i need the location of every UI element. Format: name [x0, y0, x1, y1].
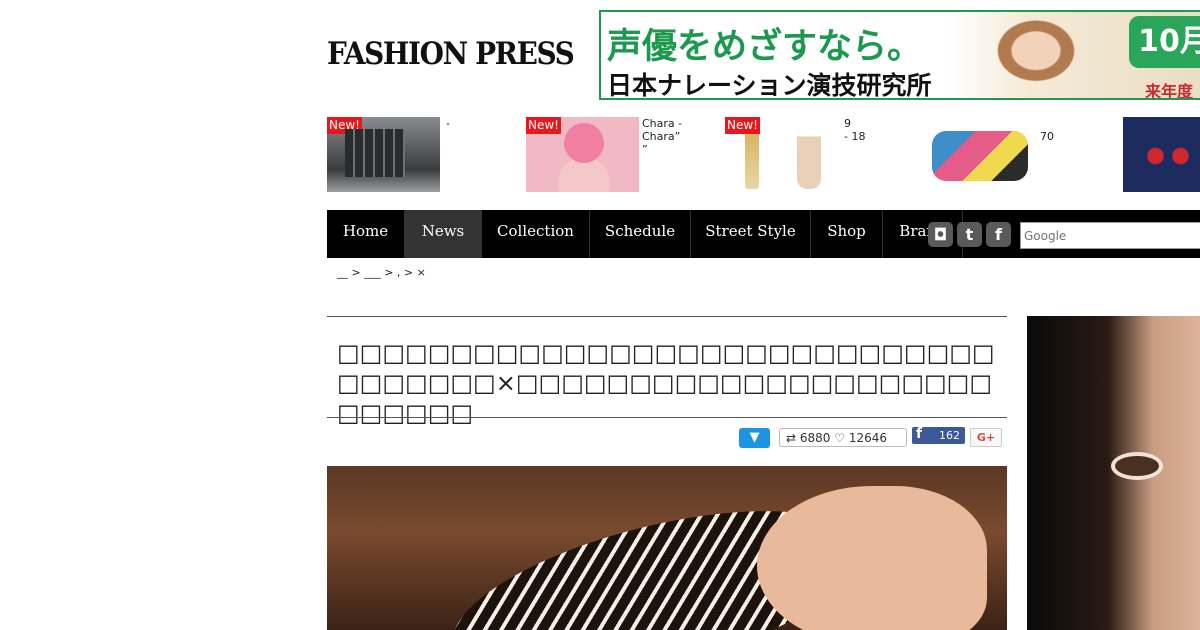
- featured-thumbnails: New! - New! Chara - Chara” ” New! 9 - 18…: [327, 117, 1200, 192]
- article-hero-image: [327, 466, 1007, 630]
- divider: [327, 417, 1007, 418]
- facebook-share-count: 162: [939, 429, 960, 442]
- retweet-icon: ⇄: [786, 431, 797, 445]
- thumbnail-image[interactable]: [1123, 117, 1200, 192]
- new-badge: New!: [725, 117, 760, 134]
- divider: [327, 316, 1007, 317]
- new-badge: New!: [327, 117, 362, 134]
- heart-icon: ♡: [834, 431, 846, 445]
- ad-headline: 声優をめざすなら。: [607, 27, 923, 67]
- nav-street-style[interactable]: Street Style: [691, 210, 811, 258]
- thumbnail-image[interactable]: New!: [327, 117, 440, 192]
- ad-month-badge: 10月: [1129, 16, 1200, 68]
- thumbnail-image[interactable]: New!: [526, 117, 639, 192]
- thumbnail-caption[interactable]: -: [446, 117, 450, 130]
- nav-schedule[interactable]: Schedule: [590, 210, 691, 258]
- sidebar-ad-image[interactable]: [1027, 316, 1200, 630]
- ad-year-label: 来年度: [1145, 82, 1194, 100]
- nav-shop[interactable]: Shop: [811, 210, 883, 258]
- site-logo[interactable]: FASHION PRESS: [327, 36, 575, 72]
- facebook-icon[interactable]: f: [986, 222, 1011, 247]
- header-ad-banner[interactable]: 声優をめざすなら。 日本ナレーション演技研究所 10月 来年度: [599, 10, 1200, 100]
- like-count: 12646: [848, 431, 888, 445]
- facebook-share-icon: f: [916, 426, 923, 442]
- twitter-counts[interactable]: ⇄ 6880 ♡ 12646: [779, 428, 907, 447]
- new-badge: New!: [526, 117, 561, 134]
- thumbnail-image[interactable]: [924, 117, 1037, 192]
- thumbnail-image[interactable]: New!: [725, 117, 838, 192]
- thumbnail-caption[interactable]: Chara - Chara” ”: [642, 117, 682, 156]
- thumbnail-caption[interactable]: 70: [1040, 130, 1054, 143]
- breadcrumb[interactable]: __ > ___ > , > ×: [337, 266, 426, 279]
- retweet-count: 6880: [799, 431, 831, 445]
- twitter-share-button[interactable]: ▼: [739, 428, 770, 448]
- thumbnail-caption[interactable]: 9 - 18: [844, 117, 865, 143]
- twitter-icon: ▼: [749, 430, 760, 445]
- article-title: □□□□□□□□□□□□□□□□□□□□□□□□□□□□□□□□□□□□×□□□…: [337, 339, 995, 427]
- nav-home[interactable]: Home: [327, 210, 405, 258]
- instagram-icon[interactable]: ◘: [928, 222, 953, 247]
- tumblr-icon[interactable]: t: [957, 222, 982, 247]
- nav-news[interactable]: News: [405, 210, 482, 258]
- ad-photo: [976, 12, 1096, 98]
- facebook-share-button[interactable]: f 162: [912, 426, 965, 444]
- search-input[interactable]: [1020, 222, 1200, 249]
- ad-brand: 日本ナレーション演技研究所: [607, 71, 932, 100]
- nav-collection[interactable]: Collection: [482, 210, 590, 258]
- google-plus-button[interactable]: G+: [970, 428, 1002, 447]
